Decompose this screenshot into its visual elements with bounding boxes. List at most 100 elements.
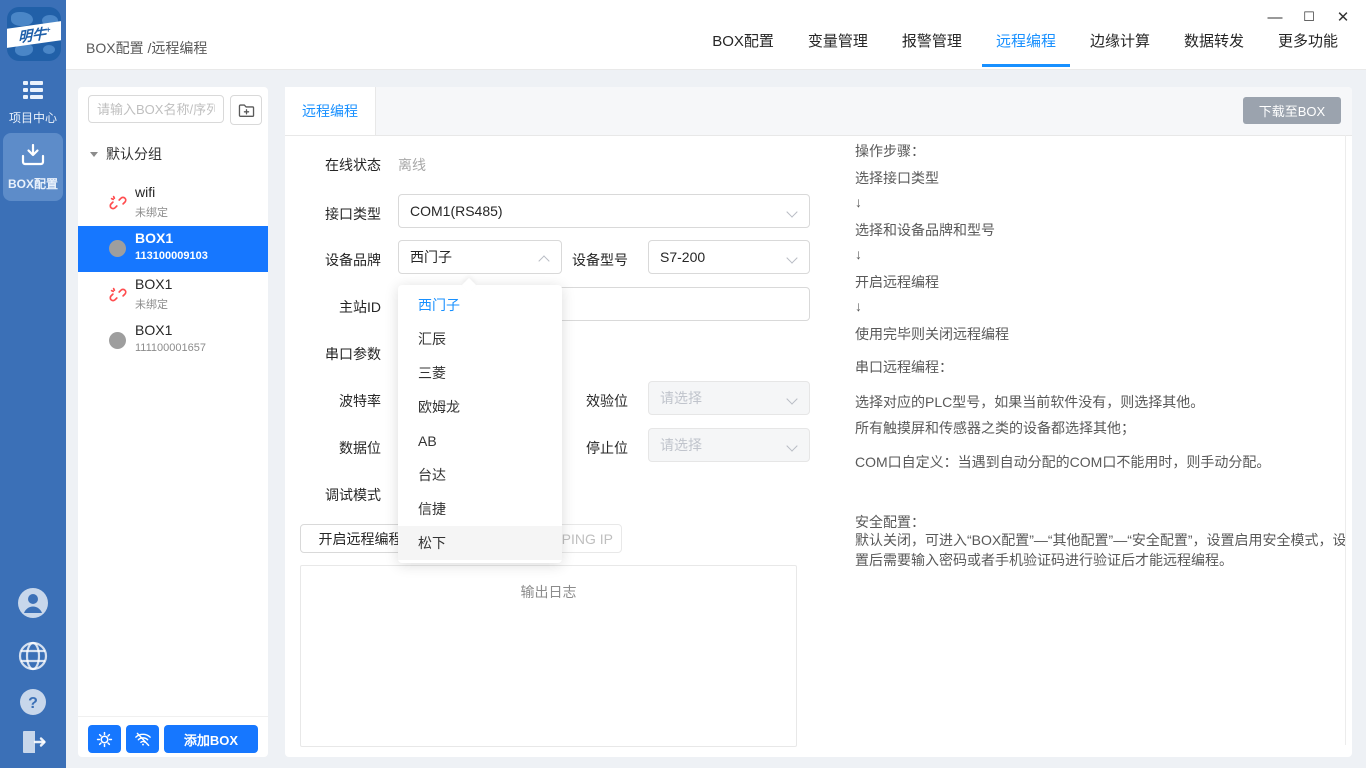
wifi-off-icon bbox=[134, 730, 152, 748]
tab-alarm-mgmt[interactable]: 报警管理 bbox=[902, 30, 962, 67]
close-button[interactable]: ✕ bbox=[1326, 4, 1360, 30]
dropdown-option-ab[interactable]: AB bbox=[398, 424, 562, 458]
app-logo: 明牛+ bbox=[7, 7, 61, 61]
grid-list-icon bbox=[22, 80, 44, 100]
box-serial: 111100001657 bbox=[135, 342, 206, 354]
gear-icon bbox=[96, 731, 113, 748]
sidebar-item-project-center[interactable]: 项目中心 bbox=[3, 80, 63, 126]
sidebar-item-label: BOX配置 bbox=[3, 175, 63, 192]
box-item-box1-offline[interactable]: BOX1 111100001657 bbox=[78, 318, 268, 364]
box-search-input[interactable] bbox=[88, 95, 224, 123]
help-serial-line: 所有触摸屏和传感器之类的设备都选择其他； bbox=[855, 418, 1135, 438]
help-serial-line: COM口自定义：当遇到自动分配的COM口不能用时，则手动分配。 bbox=[855, 452, 1270, 472]
tab-remote-programming-inner[interactable]: 远程编程 bbox=[285, 87, 376, 135]
add-box-button[interactable]: 添加BOX bbox=[164, 725, 258, 753]
box-panel-footer: 添加BOX bbox=[78, 716, 268, 758]
settings-button[interactable] bbox=[88, 725, 121, 753]
down-arrow: ↓ bbox=[855, 194, 862, 210]
master-id-label: 主站ID bbox=[321, 297, 381, 317]
offline-dot-icon bbox=[109, 332, 126, 349]
maximize-button[interactable]: ☐ bbox=[1292, 4, 1326, 30]
help-steps-title: 操作步骤： bbox=[855, 141, 925, 161]
add-group-button[interactable] bbox=[230, 95, 262, 125]
broken-link-icon bbox=[109, 286, 127, 304]
broken-link-icon bbox=[109, 194, 127, 212]
tab-box-config[interactable]: BOX配置 bbox=[712, 30, 774, 67]
ping-ip-label: PING IP bbox=[562, 531, 613, 547]
box-serial: 113100009103 bbox=[135, 250, 208, 262]
stop-bits-placeholder: 请选择 bbox=[660, 435, 702, 455]
sidebar: 明牛+ 项目中心 BOX配置 bbox=[0, 0, 66, 768]
box-status: 未绑定 bbox=[135, 296, 168, 312]
device-brand-dropdown: 西门子 汇辰 三菱 欧姆龙 AB 台达 信捷 松下 bbox=[398, 285, 562, 563]
debug-mode-label: 调试模式 bbox=[321, 485, 381, 505]
top-nav: BOX配置 变量管理 报警管理 远程编程 边缘计算 数据转发 更多功能 bbox=[712, 30, 1338, 67]
sidebar-logout-button[interactable] bbox=[0, 728, 66, 761]
exit-icon bbox=[19, 728, 47, 756]
user-icon bbox=[16, 586, 50, 620]
tab-more-functions[interactable]: 更多功能 bbox=[1278, 30, 1338, 67]
down-arrow: ↓ bbox=[855, 246, 862, 262]
caret-down-icon bbox=[90, 152, 98, 157]
dropdown-option-mitsubishi[interactable]: 三菱 bbox=[398, 356, 562, 390]
down-arrow: ↓ bbox=[855, 298, 862, 314]
help-step: 使用完毕则关闭远程编程 bbox=[855, 324, 1009, 344]
parity-select[interactable]: 请选择 bbox=[648, 381, 810, 415]
device-model-label: 设备型号 bbox=[570, 250, 628, 270]
box-item-wifi[interactable]: wifi 未绑定 bbox=[78, 180, 268, 226]
device-brand-select[interactable]: 西门子 bbox=[398, 240, 562, 274]
help-security-text: 默认关闭，可进入“BOX配置”—“其他配置”—“安全配置”，设置启用安全模式，设… bbox=[855, 530, 1351, 570]
tab-remote-programming[interactable]: 远程编程 bbox=[996, 30, 1056, 67]
box-item-box1-unbound[interactable]: BOX1 未绑定 bbox=[78, 272, 268, 318]
help-step: 选择和设备品牌和型号 bbox=[855, 220, 995, 240]
box-list-panel: 默认分组 wifi 未绑定 BOX1 113100009103 bbox=[78, 87, 268, 757]
offline-dot-icon bbox=[109, 240, 126, 257]
tab-edge-computing[interactable]: 边缘计算 bbox=[1090, 30, 1150, 67]
window-controls: — ☐ ✕ bbox=[1258, 4, 1360, 30]
data-bits-label: 数据位 bbox=[321, 438, 381, 458]
help-icon: ? bbox=[18, 687, 48, 717]
online-status-value: 离线 bbox=[398, 155, 426, 175]
interface-type-select[interactable]: COM1(RS485) bbox=[398, 194, 810, 228]
group-default[interactable]: 默认分组 bbox=[90, 144, 162, 164]
sidebar-language-button[interactable] bbox=[0, 640, 66, 677]
box-name: wifi bbox=[135, 184, 155, 200]
sidebar-help-button[interactable]: ? bbox=[0, 687, 66, 722]
parity-label: 效验位 bbox=[570, 391, 628, 411]
device-model-select[interactable]: S7-200 bbox=[648, 240, 810, 274]
online-status-label: 在线状态 bbox=[321, 155, 381, 175]
sidebar-user-button[interactable] bbox=[0, 586, 66, 625]
box-status: 未绑定 bbox=[135, 204, 168, 220]
scrollbar-track[interactable] bbox=[1345, 135, 1346, 745]
sidebar-item-box-config[interactable]: BOX配置 bbox=[3, 133, 63, 201]
dropdown-option-delta[interactable]: 台达 bbox=[398, 458, 562, 492]
device-brand-label: 设备品牌 bbox=[321, 250, 381, 270]
dropdown-option-panasonic[interactable]: 松下 bbox=[398, 526, 562, 560]
dropdown-option-siemens[interactable]: 西门子 bbox=[398, 288, 562, 322]
box-item-box1-selected[interactable]: BOX1 113100009103 bbox=[78, 226, 268, 272]
dropdown-option-omron[interactable]: 欧姆龙 bbox=[398, 390, 562, 424]
dropdown-option-xinje[interactable]: 信捷 bbox=[398, 492, 562, 526]
help-step: 选择接口类型 bbox=[855, 168, 939, 188]
serial-params-label: 串口参数 bbox=[321, 344, 381, 364]
chevron-down-icon bbox=[786, 206, 797, 217]
box-name: BOX1 bbox=[135, 322, 172, 338]
chevron-down-icon bbox=[786, 252, 797, 263]
help-security-title: 安全配置： bbox=[855, 512, 925, 532]
tab-data-forwarding[interactable]: 数据转发 bbox=[1184, 30, 1244, 67]
minimize-button[interactable]: — bbox=[1258, 4, 1292, 30]
chevron-down-icon bbox=[786, 440, 797, 451]
tab-variable-mgmt[interactable]: 变量管理 bbox=[808, 30, 868, 67]
box-name: BOX1 bbox=[135, 276, 172, 292]
wifi-config-button[interactable] bbox=[126, 725, 159, 753]
box-name: BOX1 bbox=[135, 230, 173, 246]
output-log-placeholder: 输出日志 bbox=[521, 582, 577, 602]
interface-type-label: 接口类型 bbox=[321, 204, 381, 224]
help-serial-title: 串口远程编程： bbox=[855, 357, 953, 377]
download-to-box-button[interactable]: 下载至BOX bbox=[1243, 97, 1341, 124]
interface-type-value: COM1(RS485) bbox=[410, 203, 503, 219]
chevron-down-icon bbox=[786, 393, 797, 404]
stop-bits-select[interactable]: 请选择 bbox=[648, 428, 810, 462]
dropdown-option-huichen[interactable]: 汇辰 bbox=[398, 322, 562, 356]
breadcrumb: BOX配置 /远程编程 bbox=[86, 38, 207, 58]
